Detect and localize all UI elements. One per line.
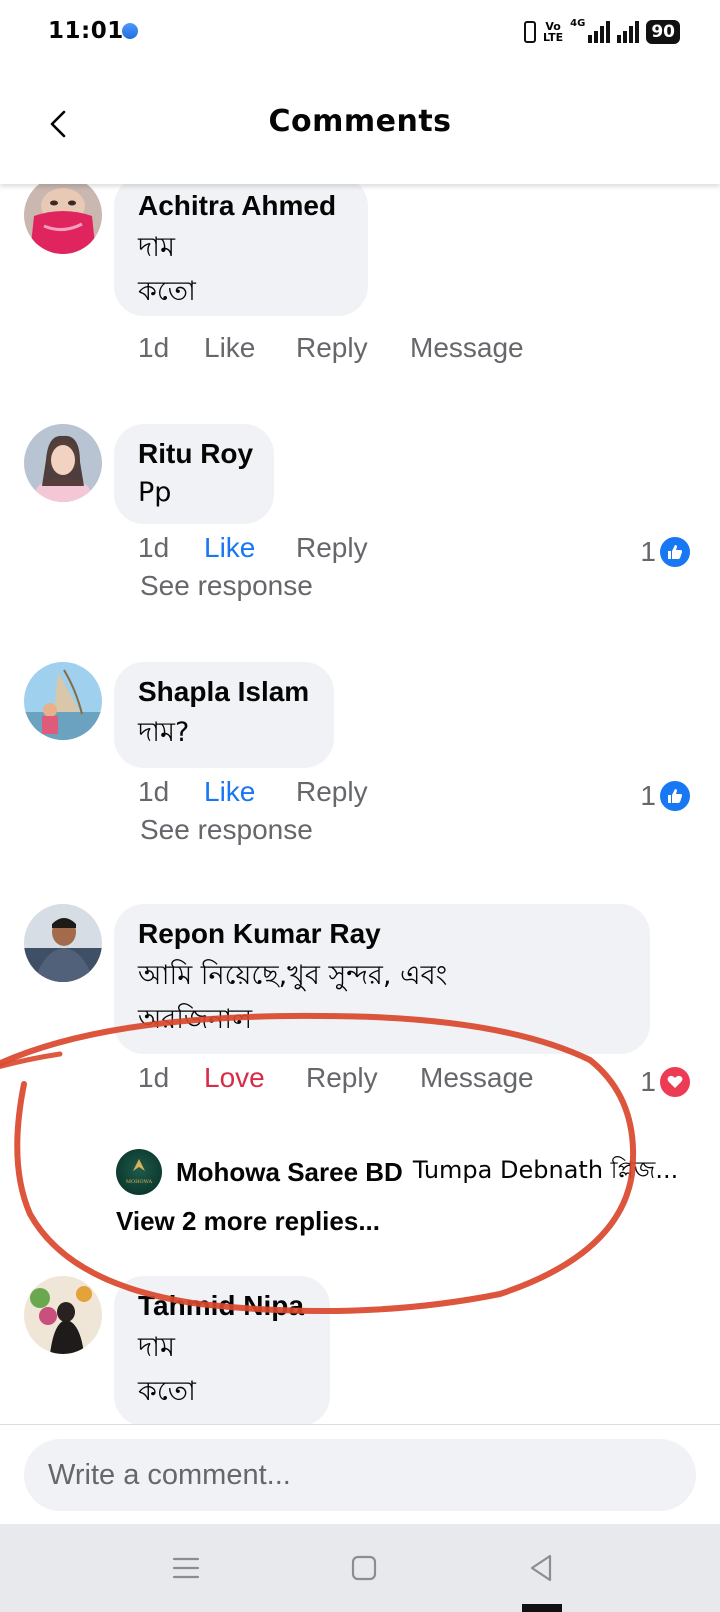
comment-text: আমি নিয়েছে,খুব সুন্দর, এবং অরজিনাল [138,960,448,1035]
like-button[interactable]: Like [204,776,255,808]
page-logo-avatar[interactable]: MOHOWA [116,1149,162,1195]
like-button[interactable]: Like [204,532,255,564]
signal-strength-icon-2 [617,21,640,43]
comment-bubble[interactable]: Ritu Roy Pp [114,424,274,524]
reply-text: Tumpa Debnath প্লিজ... [412,1156,679,1184]
avatar[interactable] [24,424,102,502]
status-bar: 11:01 Vo LTE 4G 90 [0,0,720,66]
reaction-summary[interactable]: 1 [640,1064,692,1100]
system-nav-bar [0,1524,720,1612]
thumbs-up-icon [658,779,692,813]
vibrate-icon [523,21,536,43]
reaction-summary[interactable]: 1 [640,534,692,570]
reply-button[interactable]: Reply [296,776,368,808]
reaction-count: 1 [640,536,656,567]
comment-author[interactable]: Ritu Roy [138,434,253,474]
reply-button[interactable]: Reply [306,1062,378,1094]
avatar[interactable] [24,184,102,254]
comment-text: দাম? [138,717,190,748]
page-title: Comments [268,104,452,139]
avatar[interactable] [24,662,102,740]
status-icons: Vo LTE 4G 90 [523,18,680,46]
comment-bubble[interactable]: Repon Kumar Ray আমি নিয়েছে,খুব সুন্দর, … [114,904,650,1054]
status-time: 11:01 [48,18,124,44]
comment-author[interactable]: Achitra Ahmed [138,186,344,226]
comment-bubble[interactable]: Tahmid Nipa দাম কতো [114,1276,330,1424]
thumbs-up-icon [658,535,692,569]
comment-time: 1d [138,1062,170,1093]
reply-preview[interactable]: MOHOWA Mohowa Saree BD Tumpa Debnath প্ল… [116,1148,678,1196]
comment-author[interactable]: Shapla Islam [138,672,310,712]
reaction-summary[interactable]: 1 [640,778,692,814]
home-indicator [522,1604,562,1612]
comment-composer [0,1424,720,1525]
comment-text: দাম কতো [138,232,196,307]
message-button[interactable]: Message [420,1062,534,1094]
signal-strength-icon [588,21,611,43]
reaction-count: 1 [640,780,656,811]
reply-button[interactable]: Reply [296,532,368,564]
comment-text: Pp [138,477,172,508]
comment-input[interactable] [24,1439,696,1511]
view-more-replies-link[interactable]: View 2 more replies... [116,1206,380,1237]
comment-time: 1d [138,332,170,363]
reply-button[interactable]: Reply [296,332,368,364]
battery-icon: 90 [646,20,680,44]
comment-bubble[interactable]: Achitra Ahmed দাম কতো [114,184,368,316]
comment-bubble[interactable]: Shapla Islam দাম? [114,662,334,768]
home-icon[interactable] [346,1550,382,1586]
comment-author[interactable]: Repon Kumar Ray [138,914,626,954]
comment-text: দাম কতো [138,1332,196,1407]
comments-list[interactable]: Achitra Ahmed দাম কতো 1d Like Reply Mess… [0,184,720,1424]
reply-author[interactable]: Mohowa Saree BD [176,1157,403,1188]
comment-author[interactable]: Tahmid Nipa [138,1286,306,1326]
see-response-link[interactable]: See response [140,570,313,602]
heart-icon [658,1065,692,1099]
page-header: Comments [0,66,720,184]
svg-text:MOHOWA: MOHOWA [126,1179,153,1185]
love-button[interactable]: Love [204,1062,265,1094]
like-button[interactable]: Like [204,332,255,364]
message-button[interactable]: Message [410,332,524,364]
back-icon[interactable] [524,1550,560,1586]
reaction-count: 1 [640,1066,656,1097]
comment-time: 1d [138,532,170,563]
network-type: 4G [570,18,586,29]
see-response-link[interactable]: See response [140,814,313,846]
avatar[interactable] [24,904,102,982]
comment-time: 1d [138,776,170,807]
volte-icon: Vo LTE [542,20,564,44]
menu-icon[interactable] [168,1550,204,1586]
avatar[interactable] [24,1276,102,1354]
